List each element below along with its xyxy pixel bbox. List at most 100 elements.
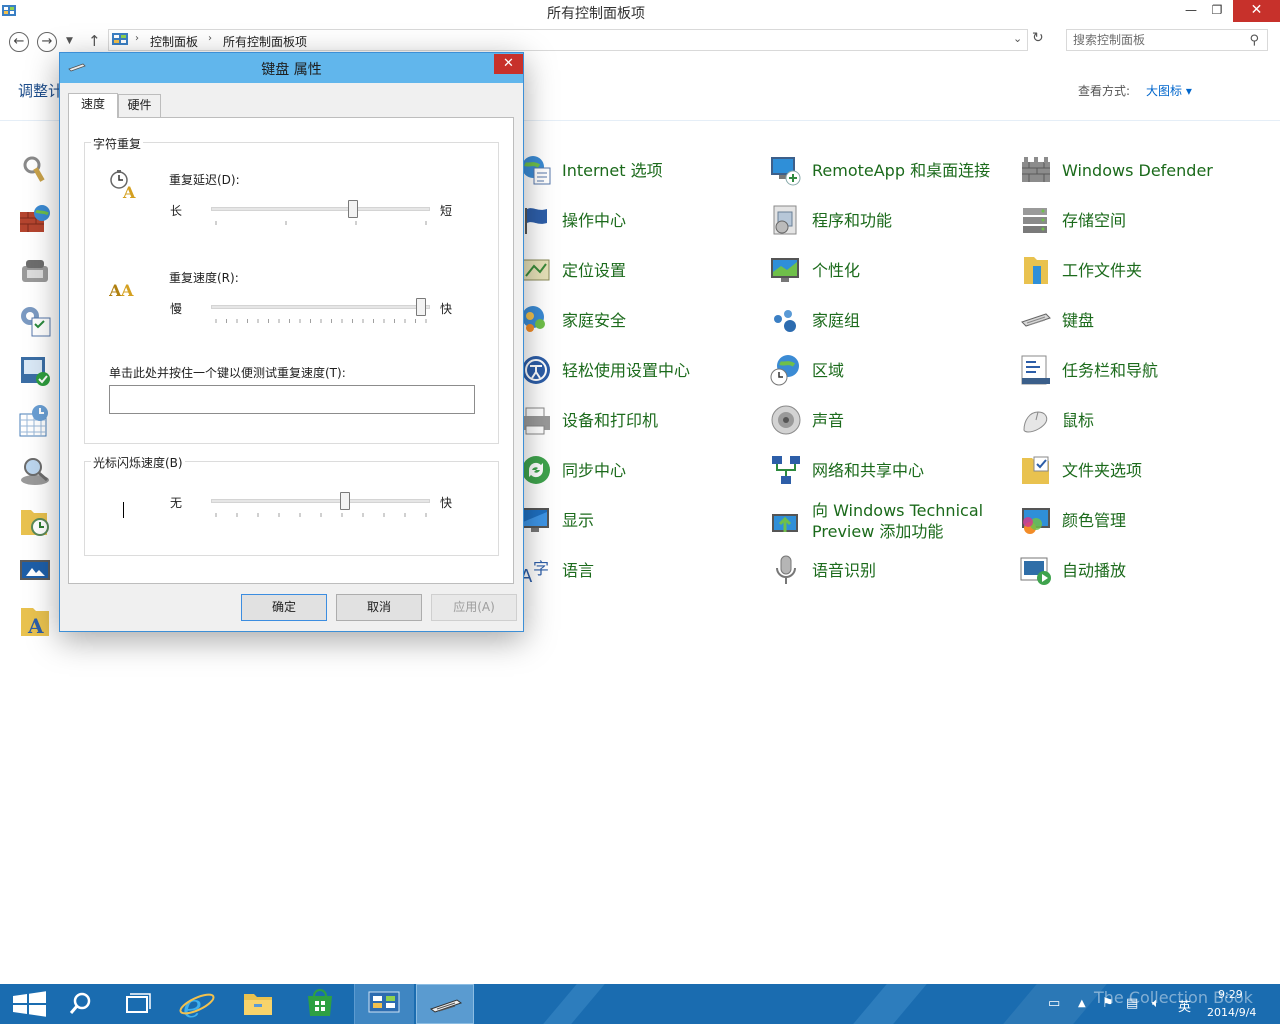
item-label: 设备和打印机 xyxy=(562,411,659,430)
taskbar-decoration xyxy=(853,984,927,1024)
address-bar[interactable]: › 控制面板 › 所有控制面板项 ⌄ xyxy=(108,29,1028,51)
search-icon[interactable]: ⚲ xyxy=(1249,33,1259,48)
cancel-button[interactable]: 取消 xyxy=(336,594,422,621)
breadcrumb-all-items[interactable]: 所有控制面板项 xyxy=(223,33,307,50)
apply-button[interactable]: 应用(A) xyxy=(431,594,517,621)
dialog-titlebar[interactable]: 键盘 属性 ✕ xyxy=(60,53,523,83)
task-view-icon[interactable] xyxy=(107,984,167,1024)
speech-recognition-icon xyxy=(776,555,796,584)
svg-text:A: A xyxy=(27,614,44,638)
repeat-rate-label: 重复速度(R): xyxy=(169,271,239,285)
address-dropdown-icon[interactable]: ⌄ xyxy=(1013,32,1022,45)
action-center-flag-icon xyxy=(525,208,547,234)
cursor-blink-slider-thumb[interactable] xyxy=(339,492,350,510)
tab-hardware[interactable]: 硬件 xyxy=(118,94,161,117)
taskbar-control-panel[interactable] xyxy=(354,984,414,1024)
keyboard-tray-icon[interactable]: ▭ xyxy=(1048,996,1060,1011)
control-panel-icon xyxy=(368,991,400,1013)
fonts-icon[interactable]: A xyxy=(18,604,52,638)
repeat-delay-label: 重复延迟(D): xyxy=(169,173,240,187)
ime-indicator[interactable]: 英 xyxy=(1178,996,1191,1015)
svg-text:字: 字 xyxy=(533,559,549,578)
store-icon[interactable] xyxy=(290,984,350,1024)
svg-text:A: A xyxy=(120,281,134,300)
keyboard-icon xyxy=(1021,313,1051,327)
maximize-button[interactable]: ❐ xyxy=(1206,0,1228,22)
file-explorer-icon[interactable] xyxy=(228,984,288,1024)
indexing-options-icon[interactable] xyxy=(18,454,52,488)
internet-explorer-icon[interactable]: e xyxy=(167,984,227,1024)
date-time-icon[interactable] xyxy=(18,404,52,438)
search-box[interactable]: ⚲ xyxy=(1066,29,1268,51)
repeat-delay-icon: A xyxy=(110,170,136,200)
dialog-close-button[interactable]: ✕ xyxy=(494,54,523,74)
svg-text:e: e xyxy=(183,987,202,1024)
remoteapp-icon xyxy=(771,157,801,186)
up-button[interactable]: ↑ xyxy=(88,32,101,50)
cursor-blink-max-label: 快 xyxy=(440,496,453,510)
search-icon[interactable] xyxy=(50,984,110,1024)
color-management-icon xyxy=(1022,508,1050,534)
mouse-icon xyxy=(1023,411,1048,433)
recent-locations-button[interactable]: ▼ xyxy=(66,36,73,46)
show-hidden-icons-icon[interactable]: ▲ xyxy=(1078,998,1086,1009)
file-history-icon[interactable] xyxy=(18,504,52,538)
item-label: 工作文件夹 xyxy=(1062,261,1143,280)
action-center-flag-icon[interactable]: ⚑ xyxy=(1102,996,1114,1011)
tab-speed[interactable]: 速度 xyxy=(68,93,118,118)
folder-options-icon xyxy=(1022,456,1049,484)
repeat-delay-min-label: 长 xyxy=(170,204,183,218)
repeat-delay-track[interactable] xyxy=(211,207,430,211)
ease-of-access-icon xyxy=(522,356,550,384)
storage-spaces-icon xyxy=(1023,208,1047,233)
breadcrumb-control-panel[interactable]: 控制面板 xyxy=(150,33,198,50)
repeat-rate-slider-thumb[interactable] xyxy=(416,298,426,316)
volume-icon[interactable]: 🔈︎ xyxy=(1152,996,1160,1011)
display-settings-icon[interactable] xyxy=(18,554,52,588)
item-label: 区域 xyxy=(812,361,845,380)
item-label: 家庭安全 xyxy=(562,311,627,330)
ok-button[interactable]: 确定 xyxy=(241,594,327,621)
repeat-rate-min-label: 慢 xyxy=(170,302,183,316)
item-label: 个性化 xyxy=(812,261,861,280)
default-programs-icon[interactable] xyxy=(18,304,52,338)
programs-features-icon xyxy=(773,205,797,235)
cursor-blink-track[interactable] xyxy=(211,499,430,503)
windows-firewall-icon[interactable] xyxy=(18,202,52,236)
close-button[interactable]: ✕ xyxy=(1233,0,1280,22)
network-icon[interactable]: ▤ xyxy=(1126,996,1138,1011)
language-icon: A字 xyxy=(520,559,549,586)
item-label: 存储空间 xyxy=(1062,211,1127,230)
location-settings-icon xyxy=(522,259,550,281)
item-label: 语言 xyxy=(562,561,595,580)
taskbar: e The Collection Book ▭ ▲ ⚑ ▤ 🔈︎ 英 9:29 … xyxy=(0,984,1280,1024)
forward-button[interactable]: → xyxy=(37,32,57,52)
region-icon xyxy=(770,355,799,386)
administrative-tools-icon[interactable] xyxy=(18,152,52,186)
item-label: 自动播放 xyxy=(1062,561,1127,580)
refresh-button[interactable]: ↻ xyxy=(1032,30,1044,46)
control-panel-icon xyxy=(112,33,128,45)
window-title: 所有控制面板项 xyxy=(547,6,645,22)
clock-date[interactable]: 2014/9/4 xyxy=(1207,1006,1256,1019)
back-button[interactable]: ← xyxy=(9,32,29,52)
taskbar-keyboard-properties[interactable] xyxy=(416,984,474,1024)
clock-time[interactable]: 9:29 xyxy=(1218,988,1243,1001)
repeat-test-label: 单击此处并按住一个键以便测试重复速度(T): xyxy=(109,366,346,380)
repeat-rate-track[interactable] xyxy=(211,305,430,309)
phone-modem-icon[interactable] xyxy=(18,254,52,288)
system-icon[interactable] xyxy=(18,354,52,388)
repeat-test-input[interactable] xyxy=(109,385,475,414)
search-input[interactable] xyxy=(1073,32,1241,48)
internet-options-icon xyxy=(522,156,551,185)
breadcrumb-separator[interactable]: › xyxy=(135,33,139,44)
minimize-button[interactable]: — xyxy=(1180,0,1202,22)
item-label-line-1: 向 Windows Technical xyxy=(812,501,984,520)
item-label: Windows Defender xyxy=(1062,161,1213,180)
breadcrumb-separator[interactable]: › xyxy=(208,33,212,44)
item-label: 定位设置 xyxy=(562,261,627,280)
repeat-delay-slider-thumb[interactable] xyxy=(347,200,358,218)
taskbar-navigation-icon xyxy=(1021,355,1050,385)
work-folders-icon xyxy=(1024,257,1048,284)
view-mode-dropdown[interactable]: 大图标 ▾ xyxy=(1146,82,1192,99)
